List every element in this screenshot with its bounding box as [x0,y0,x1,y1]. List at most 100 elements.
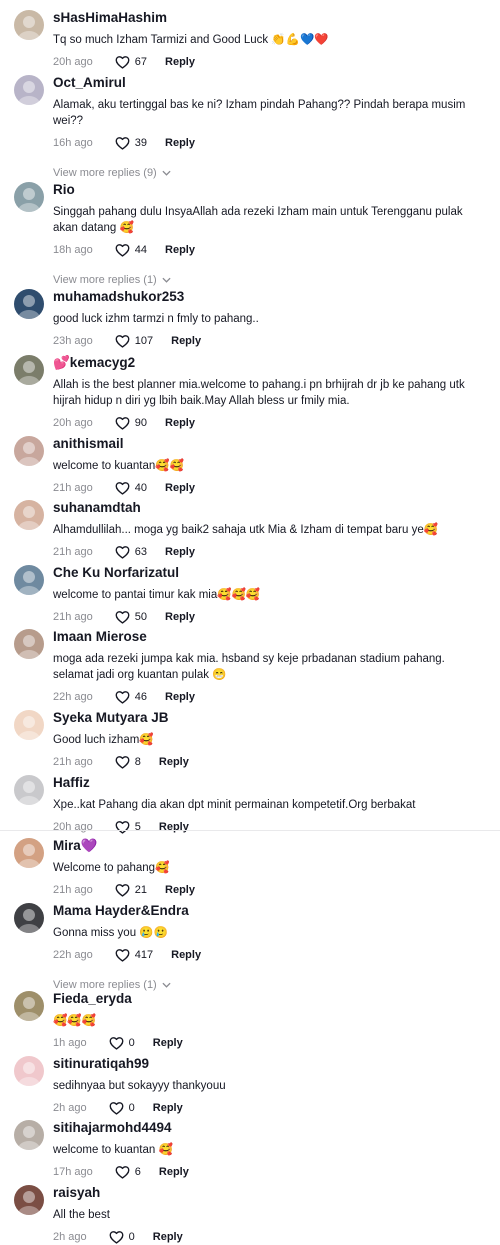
comment-text: All the best [53,1209,110,1221]
comment-time: 21h ago [53,884,93,896]
user-avatar[interactable] [14,991,44,1021]
user-avatar[interactable] [14,436,44,466]
like-count: 39 [134,137,148,149]
comment-username[interactable]: muhamadshukor253 [53,289,184,304]
like-button[interactable]: 21 [115,883,147,897]
comment-meta: 1h ago 0 Reply [53,1035,183,1051]
comment-username[interactable]: Che Ku Norfarizatul [53,565,179,580]
like-button[interactable]: 90 [115,416,147,430]
reply-button[interactable]: Reply [165,244,195,256]
comment-text: Good luch izham🥰 [53,734,154,746]
comment-meta: 21h ago 21 Reply [53,882,195,898]
user-avatar[interactable] [14,500,44,530]
reply-button[interactable]: Reply [165,56,195,68]
comment-username[interactable]: Imaan Mierose [53,629,147,644]
user-avatar[interactable] [14,629,44,659]
comment-username[interactable]: Syeka Mutyara JB [53,710,169,725]
comment-username[interactable]: Mama Hayder&Endra [53,903,189,918]
user-avatar[interactable] [14,710,44,740]
like-button[interactable]: 44 [115,243,147,257]
like-button[interactable]: 5 [115,820,141,834]
comment-username[interactable]: Haffiz [53,775,90,790]
comment-meta: 21h ago 63 Reply [53,544,195,560]
like-button[interactable]: 6 [115,1165,141,1179]
like-count: 107 [134,335,154,347]
heart-icon [115,136,135,150]
comment-meta: 21h ago 8 Reply [53,754,189,770]
comment-username[interactable]: sitinuratiqah99 [53,1056,149,1071]
user-avatar[interactable] [14,355,44,385]
like-button[interactable]: 0 [109,1036,135,1050]
like-button[interactable]: 50 [115,610,147,624]
comment-text: Xpe..kat Pahang dia akan dpt minit perma… [53,799,416,811]
view-more-replies-button[interactable]: View more replies (1) [53,274,171,286]
comment-username[interactable]: Mira💜 [53,838,98,854]
reply-button[interactable]: Reply [165,417,195,429]
comment-username[interactable]: Oct_Amirul [53,75,126,90]
comment-text: Gonna miss you 🥲🥲 [53,927,168,939]
view-more-replies-button[interactable]: View more replies (1) [53,979,171,991]
like-count: 63 [134,546,148,558]
comment-text: Welcome to pahang🥰 [53,862,170,874]
comment-username[interactable]: 💕kemacyg2 [53,355,135,371]
like-count: 8 [134,756,141,768]
like-button[interactable]: 8 [115,755,141,769]
comment-username[interactable]: raisyah [53,1185,100,1200]
comment-text: Alhamdullilah... moga yg baik2 sahaja ut… [53,524,439,536]
user-avatar[interactable] [14,1120,44,1150]
user-avatar[interactable] [14,289,44,319]
comment-username[interactable]: Fieda_eryda [53,991,132,1006]
heart-icon [115,55,135,69]
comment-text: welcome to kuantan 🥰 [53,1144,173,1156]
like-button[interactable]: 63 [115,545,147,559]
comment-meta: 20h ago 67 Reply [53,54,195,70]
comment-username[interactable]: sitihajarmohd4494 [53,1120,172,1135]
comment-time: 22h ago [53,949,93,961]
reply-button[interactable]: Reply [153,1037,183,1049]
user-avatar[interactable] [14,10,44,40]
reply-button[interactable]: Reply [171,949,201,961]
like-button[interactable]: 0 [109,1101,135,1115]
like-button[interactable]: 107 [115,334,153,348]
view-more-replies-label: View more replies (1) [53,979,157,991]
reply-button[interactable]: Reply [159,821,189,833]
view-more-replies-button[interactable]: View more replies (9) [53,167,171,179]
comment-meta: 23h ago 107 Reply [53,333,201,349]
comment-meta: 2h ago 0 Reply [53,1100,183,1116]
user-avatar[interactable] [14,1056,44,1086]
comment-time: 20h ago [53,56,93,68]
heart-icon [115,948,135,962]
like-button[interactable]: 417 [115,948,153,962]
user-avatar[interactable] [14,75,44,105]
user-avatar[interactable] [14,1185,44,1215]
like-button[interactable]: 67 [115,55,147,69]
comment-username[interactable]: sHasHimaHashim [53,10,167,25]
reply-button[interactable]: Reply [165,691,195,703]
like-count: 0 [128,1231,135,1243]
user-avatar[interactable] [14,565,44,595]
comment-username[interactable]: suhanamdtah [53,500,141,515]
reply-button[interactable]: Reply [153,1231,183,1243]
reply-button[interactable]: Reply [165,482,195,494]
user-avatar[interactable] [14,903,44,933]
like-button[interactable]: 46 [115,690,147,704]
like-count: 46 [134,691,148,703]
reply-button[interactable]: Reply [159,756,189,768]
user-avatar[interactable] [14,838,44,868]
user-avatar[interactable] [14,182,44,212]
reply-button[interactable]: Reply [165,611,195,623]
reply-button[interactable]: Reply [165,884,195,896]
reply-button[interactable]: Reply [165,546,195,558]
comment-username[interactable]: anithismail [53,436,124,451]
like-button[interactable]: 40 [115,481,147,495]
like-count: 40 [134,482,148,494]
reply-button[interactable]: Reply [153,1102,183,1114]
comment-username[interactable]: Rio [53,182,75,197]
reply-button[interactable]: Reply [171,335,201,347]
user-avatar[interactable] [14,775,44,805]
reply-button[interactable]: Reply [159,1166,189,1178]
reply-button[interactable]: Reply [165,137,195,149]
comment-text: Tq so much Izham Tarmizi and Good Luck 👏… [53,34,329,46]
like-button[interactable]: 39 [115,136,147,150]
heart-icon [115,755,135,769]
